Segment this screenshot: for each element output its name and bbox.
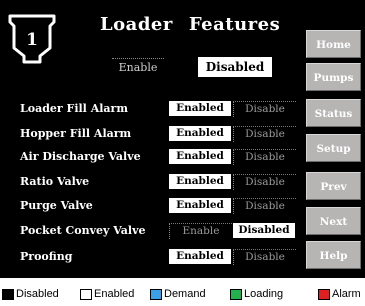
feature-enable-option[interactable]: Enabled	[169, 126, 231, 141]
feature-label: Loader Fill Alarm	[20, 102, 128, 115]
feature-disable-option[interactable]: Disable	[233, 174, 296, 190]
legend-label: Demand	[164, 288, 206, 300]
feature-label: Air Discharge Valve	[20, 150, 141, 163]
feature-label: Proofing	[20, 250, 73, 263]
legend-swatch	[230, 289, 242, 300]
nav-button-help[interactable]: Help	[306, 241, 361, 269]
loader-logo-icon: 1	[8, 14, 56, 64]
legend-label: Disabled	[16, 288, 59, 300]
feature-enable-option[interactable]: Enabled	[169, 198, 231, 213]
legend-swatch	[150, 289, 162, 300]
feature-label: Pocket Convey Valve	[20, 224, 146, 237]
feature-label: Hopper Fill Alarm	[20, 127, 132, 140]
title-word-loader: Loader	[100, 14, 173, 35]
master-disabled-option[interactable]: Disabled	[198, 57, 272, 77]
legend-label: Loading	[244, 288, 284, 300]
title-word-features: Features	[188, 14, 281, 35]
feature-disable-option[interactable]: Disabled	[233, 223, 295, 238]
feature-label: Ratio Valve	[20, 175, 90, 188]
legend-swatch	[318, 289, 330, 300]
nav-button-pumps[interactable]: Pumps	[306, 63, 361, 91]
feature-disable-option[interactable]: Disable	[233, 249, 296, 265]
nav-button-setup[interactable]: Setup	[306, 134, 361, 162]
legend: Disabled Enabled Demand Loading Alarm	[0, 286, 365, 302]
nav-button-status[interactable]: Status	[306, 99, 361, 127]
master-enable-option[interactable]: Enable	[112, 58, 164, 77]
nav-button-home[interactable]: Home	[306, 30, 361, 58]
feature-disable-option[interactable]: Disable	[233, 126, 296, 142]
nav-button-next[interactable]: Next	[306, 207, 361, 235]
feature-label: Purge Valve	[20, 199, 93, 212]
logo-number: 1	[26, 30, 38, 50]
feature-disable-option[interactable]: Disable	[233, 198, 296, 214]
legend-swatch	[80, 289, 92, 300]
feature-disable-option[interactable]: Disable	[233, 101, 296, 117]
nav-button-prev[interactable]: Prev	[306, 172, 361, 200]
legend-swatch	[2, 289, 14, 300]
feature-enable-option[interactable]: Enable	[169, 223, 232, 239]
feature-enable-option[interactable]: Enabled	[169, 249, 231, 264]
feature-disable-option[interactable]: Disable	[233, 149, 296, 165]
page-title: Loader Features	[100, 14, 296, 35]
legend-label: Alarm	[332, 288, 361, 300]
feature-enable-option[interactable]: Enabled	[169, 101, 231, 116]
feature-enable-option[interactable]: Enabled	[169, 149, 231, 164]
legend-label: Enabled	[94, 288, 135, 300]
feature-enable-option[interactable]: Enabled	[169, 174, 231, 189]
